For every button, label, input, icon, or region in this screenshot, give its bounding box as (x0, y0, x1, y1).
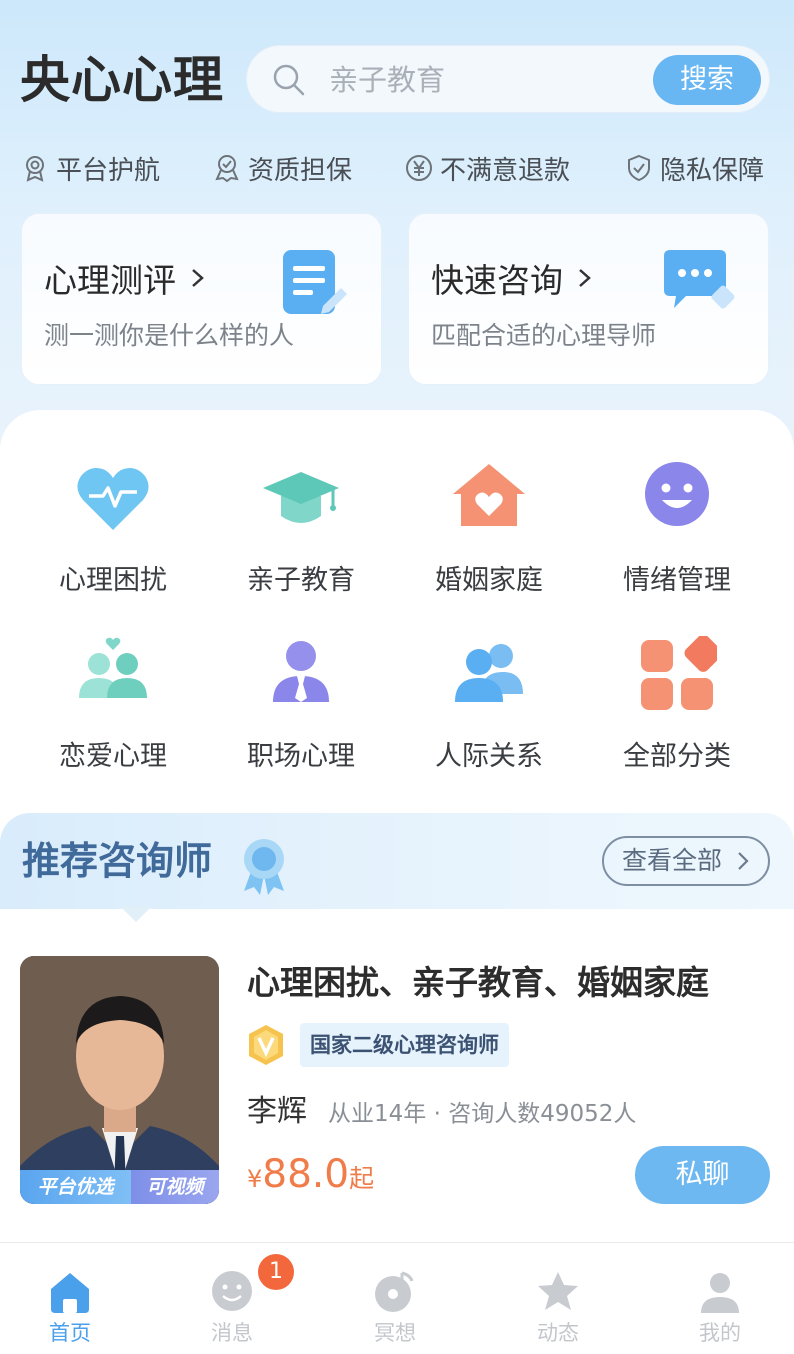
view-all-button[interactable]: 查看全部 (602, 836, 770, 886)
tag-platform-pick: 平台优选 (20, 1170, 131, 1204)
businessperson-icon (273, 641, 329, 702)
counselor-card[interactable]: 平台优选 可视频 心理困扰、亲子教育、婚姻家庭 国家二级心理咨询师 李辉 从业1… (0, 930, 794, 1230)
counselor-meta: 从业14年 · 咨询人数49052人 (328, 1101, 637, 1127)
guarantee-refund: 不满意退款 (404, 146, 570, 190)
category-emotion-mgmt[interactable]: 情绪管理 (587, 460, 767, 620)
verified-v-icon (249, 1025, 283, 1065)
counselor-portrait (20, 956, 219, 1204)
category-relationships[interactable]: 人际关系 (399, 636, 579, 796)
test-form-icon (283, 250, 347, 314)
meditation-disc-icon (375, 1271, 414, 1312)
home-icon (51, 1273, 89, 1313)
message-badge: 1 (258, 1254, 294, 1290)
psych-test-title: 心理测评 (44, 254, 206, 302)
tab-feed[interactable]: 动态 (498, 1269, 618, 1349)
shield-check-icon (628, 154, 650, 182)
message-icon (212, 1271, 252, 1311)
recommend-title: 推荐咨询师 (22, 839, 213, 883)
private-chat-button[interactable]: 私聊 (635, 1146, 770, 1204)
grid-categories-icon (641, 636, 717, 710)
house-heart-icon (453, 464, 525, 526)
psych-test-card[interactable]: 心理测评 测一测你是什么样的人 (21, 213, 382, 385)
heart-pulse-icon (77, 468, 149, 530)
category-parenting[interactable]: 亲子教育 (211, 460, 391, 620)
guarantee-bar: 平台护航 资质担保 不满意退款 隐私保障 (0, 146, 794, 190)
star-feed-icon (538, 1272, 578, 1310)
tab-meditation[interactable]: 冥想 (335, 1269, 455, 1349)
bottom-tab-bar: 首页 消息 冥想 动态 我的 (0, 1242, 794, 1354)
graduation-cap-icon (263, 472, 339, 523)
yen-circle-icon (406, 155, 432, 181)
recommend-header: 推荐咨询师 查看全部 (0, 813, 794, 909)
chevron-right-icon (192, 269, 204, 287)
certificate-badge-icon (215, 155, 239, 183)
guarantee-label: 平台护航 (56, 155, 161, 186)
medal-icon (244, 839, 284, 895)
counselor-certification: 国家二级心理咨询师 (300, 1023, 509, 1067)
smiley-face-icon (645, 462, 709, 526)
counselor-tags: 平台优选 可视频 (20, 1170, 219, 1204)
counselor-specialties: 心理困扰、亲子教育、婚姻家庭 (247, 963, 709, 1002)
category-workplace[interactable]: 职场心理 (211, 636, 391, 796)
category-all[interactable]: 全部分类 (587, 636, 767, 796)
search-bar[interactable]: 亲子教育 搜索 (246, 45, 770, 113)
chevron-right-icon (579, 269, 591, 287)
category-marriage-family[interactable]: 婚姻家庭 (399, 460, 579, 620)
quick-consult-card[interactable]: 快速咨询 匹配合适的心理导师 (408, 213, 769, 385)
guarantee-label: 隐私保障 (660, 155, 765, 186)
people-group-icon (455, 644, 523, 702)
category-romance[interactable]: 恋爱心理 (23, 636, 203, 796)
couple-heart-icon (79, 637, 147, 698)
psych-test-subtitle: 测一测你是什么样的人 (44, 321, 295, 350)
tag-video: 可视频 (131, 1170, 219, 1204)
profile-icon (701, 1273, 739, 1313)
chevron-right-icon (738, 852, 749, 870)
award-ribbon-icon (26, 156, 44, 182)
guarantee-privacy: 隐私保障 (624, 146, 764, 190)
chat-bubble-icon (664, 250, 735, 309)
tab-profile[interactable]: 我的 (660, 1269, 780, 1349)
category-psych-distress[interactable]: 心理困扰 (23, 460, 203, 620)
quick-consult-subtitle: 匹配合适的心理导师 (431, 321, 657, 350)
tab-home[interactable]: 首页 (10, 1269, 130, 1349)
guarantee-label: 资质担保 (248, 155, 353, 186)
search-input[interactable]: 亲子教育 (329, 46, 445, 114)
search-button[interactable]: 搜索 (653, 55, 761, 105)
app-title: 央心心理 (20, 51, 224, 109)
counselor-photo: 平台优选 可视频 (20, 956, 219, 1204)
guarantee-label: 不满意退款 (440, 155, 571, 186)
counselor-price: ¥88.0起 (247, 1152, 375, 1197)
quick-consult-title: 快速咨询 (431, 254, 593, 302)
search-icon (273, 64, 305, 96)
guarantee-platform: 平台护航 (20, 146, 160, 190)
guarantee-qualification: 资质担保 (212, 146, 352, 190)
counselor-name: 李辉 (247, 1094, 307, 1129)
recommend-pointer (120, 906, 152, 922)
